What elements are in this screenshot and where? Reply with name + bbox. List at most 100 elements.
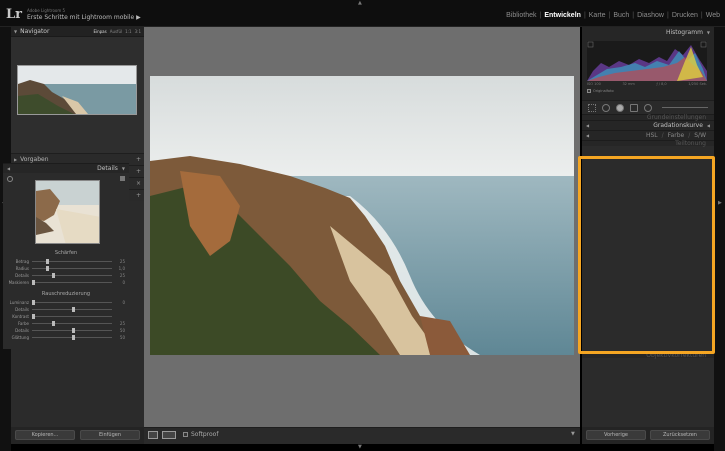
tab-hsl[interactable]: HSL	[646, 132, 658, 139]
softproof-label: Softproof	[191, 431, 219, 438]
slider-value[interactable]: 25	[115, 321, 125, 326]
slider-track[interactable]	[32, 335, 112, 340]
module-tab-3[interactable]: Buch	[611, 12, 631, 19]
original-photo-label: Originalfoto	[593, 89, 614, 93]
bottom-panel-toggle-icon[interactable]: ▼	[358, 444, 362, 450]
reset-button[interactable]: Zurücksetzen	[650, 430, 710, 440]
module-tab-6[interactable]: Web	[704, 12, 722, 19]
slider-row: Kontrast	[7, 313, 125, 320]
radial-filter-icon[interactable]	[644, 104, 652, 112]
slider-knob[interactable]	[52, 321, 55, 326]
hsl-header[interactable]: ◀ HSL / Farbe / S/W	[582, 130, 714, 140]
catalog-arrow-icon: ▶	[136, 14, 141, 21]
module-tab-0[interactable]: Bibliothek	[504, 12, 538, 19]
slider-label: Details	[15, 273, 29, 278]
slider-track[interactable]	[32, 321, 112, 326]
slider-value[interactable]: 25	[115, 259, 125, 264]
slider-row: Details 25	[7, 272, 125, 279]
slider-knob[interactable]	[45, 259, 49, 264]
navigator-thumbnail[interactable]	[17, 65, 137, 115]
details-header[interactable]: ◀ Details ▼	[3, 163, 129, 173]
tab-bw[interactable]: S/W	[694, 132, 706, 139]
left-panel-action-icon[interactable]: +	[136, 168, 141, 175]
slider-knob[interactable]	[72, 335, 75, 340]
details-panel: ◀ Details ▼ Schärfen Betrag 25 Radius 1,0 De…	[3, 163, 129, 349]
app-name: Adobe Lightroom 5	[27, 8, 66, 13]
slider-value[interactable]: 50	[115, 335, 125, 340]
main-photo[interactable]	[150, 76, 574, 355]
tone-curve-header[interactable]: ◀ Gradationskurve ◀	[582, 120, 714, 130]
navigator-header[interactable]: ▼ Navigator Einpas Ausfül 1:1 3:1	[11, 27, 144, 37]
slider-value[interactable]: 50	[115, 328, 125, 333]
navigator-zoom-option[interactable]: Einpas	[93, 29, 106, 34]
top-panel-toggle-icon[interactable]: ▲	[358, 0, 362, 6]
graduated-filter-icon[interactable]	[630, 104, 638, 112]
slider-track[interactable]	[32, 300, 112, 305]
slider-row: Radius 1,0	[7, 265, 125, 272]
original-photo-checkbox[interactable]	[587, 89, 591, 93]
spot-removal-icon[interactable]	[602, 104, 610, 112]
slider-value[interactable]: 25	[115, 273, 125, 278]
slider-knob[interactable]	[72, 328, 75, 333]
slider-label: Glättung	[11, 335, 29, 340]
crop-tool-icon[interactable]	[588, 104, 596, 112]
brush-slider[interactable]	[662, 107, 708, 108]
detail-preview[interactable]	[35, 180, 100, 244]
histogram-info-value: 1/250 Sek.	[688, 82, 707, 86]
copy-settings-button[interactable]: Kopieren...	[15, 430, 75, 440]
slider-track[interactable]	[32, 307, 112, 312]
slider-track[interactable]	[32, 280, 112, 285]
left-panel-action-icon[interactable]: +	[136, 156, 141, 163]
softproof-checkbox[interactable]	[183, 432, 188, 437]
module-picker: Bibliothek | Entwickeln | Karte | Buch | Diashow…	[504, 12, 722, 19]
split-toning-header[interactable]: Teiltonung	[582, 140, 714, 147]
paste-settings-button[interactable]: Einfügen	[80, 430, 140, 440]
catalog-title[interactable]: Erste Schritte mit Lightroom mobile ▶	[27, 14, 141, 21]
module-tab-2[interactable]: Karte	[587, 12, 608, 19]
histogram-title: Histogramm	[665, 28, 703, 36]
histogram-header[interactable]: Histogramm ▼	[582, 27, 714, 37]
left-panel-action-icon[interactable]: +	[136, 192, 141, 199]
red-eye-icon[interactable]	[616, 104, 624, 112]
before-after-view-icon[interactable]	[162, 431, 176, 439]
tool-strip	[582, 100, 714, 114]
loupe-view-icon[interactable]	[148, 431, 158, 439]
split-toning-title: Teiltonung	[675, 140, 706, 147]
module-tab-4[interactable]: Diashow	[635, 12, 666, 19]
navigator-zoom-option[interactable]: Ausfül	[110, 29, 122, 34]
right-panel-toggle-icon[interactable]: ▶	[718, 200, 722, 206]
slider-value[interactable]: 0	[115, 280, 125, 285]
slider-row: Details 50	[7, 327, 125, 334]
navigator-zoom-option[interactable]: 1:1	[125, 29, 131, 34]
basic-panel-title: Grundeinstellungen	[646, 114, 706, 121]
slider-track[interactable]	[32, 314, 112, 319]
histogram-chart[interactable]	[587, 41, 707, 81]
previous-button[interactable]: Vorherige	[586, 430, 646, 440]
original-photo-toggle[interactable]: Originalfoto	[587, 89, 614, 93]
slider-knob[interactable]	[32, 280, 35, 285]
slider-track[interactable]	[32, 328, 112, 333]
details-title: Details	[97, 165, 118, 172]
module-tab-5[interactable]: Drucken	[670, 12, 700, 19]
tab-color[interactable]: Farbe	[668, 132, 685, 139]
slider-track[interactable]	[32, 266, 112, 271]
slider-knob[interactable]	[32, 314, 35, 319]
navigator-zoom-option[interactable]: 3:1	[135, 29, 141, 34]
slider-knob[interactable]	[45, 266, 49, 271]
slider-knob[interactable]	[72, 307, 75, 312]
detail-preview-toggle-icon[interactable]	[120, 176, 125, 181]
toolbar-menu-icon[interactable]: ▼	[571, 431, 575, 437]
detail-target-icon[interactable]	[7, 176, 13, 182]
slider-track[interactable]	[32, 273, 112, 278]
slider-label: Betrag	[15, 259, 29, 264]
slider-knob[interactable]	[52, 273, 55, 278]
slider-track[interactable]	[32, 259, 112, 264]
module-tab-1[interactable]: Entwickeln	[542, 12, 583, 19]
softproof-toggle[interactable]: Softproof	[183, 431, 218, 438]
left-panel-action-icon[interactable]: ×	[136, 180, 141, 187]
slider-row: Glättung 50	[7, 334, 125, 341]
slider-value[interactable]: 1,0	[115, 266, 125, 271]
slider-knob[interactable]	[32, 300, 35, 305]
slider-value[interactable]: 0	[115, 300, 125, 305]
histogram-info-value: 32 mm	[622, 82, 635, 86]
